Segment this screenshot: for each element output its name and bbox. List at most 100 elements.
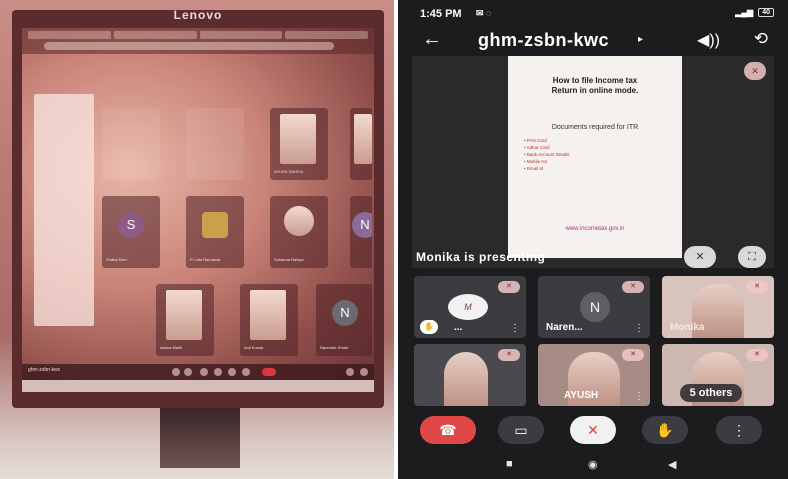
participant-tile: S Sudha Devi: [102, 196, 160, 268]
mic-off-icon: ✕: [622, 281, 644, 293]
phone-screen: 1:45 PM ✉ ◌ ▂▄▆ 40 ← ghm-zsbn-kwc ▸ ◀)) …: [398, 0, 788, 479]
chevron-right-icon[interactable]: ▸: [638, 34, 643, 45]
slide-link: www.incometax.gov.in: [565, 226, 625, 232]
browser-toolbar: [22, 28, 374, 54]
others-count[interactable]: 5 others: [680, 384, 742, 402]
slide-list-item: Bank Account Details: [524, 151, 682, 158]
presenter-label: Monika is presenting: [416, 250, 546, 264]
participant-tile: Suhanna Dahiya: [270, 196, 328, 268]
participant-tile[interactable]: ✕ Monika: [662, 276, 774, 338]
camera-icon[interactable]: [184, 368, 192, 376]
participant-name: Anil Kumar: [244, 345, 264, 350]
raise-hand-icon[interactable]: ✋: [642, 416, 688, 444]
participant-tile: N Narender Khatri: [316, 284, 372, 356]
presentation-stage: How to file Income tax Return in online …: [412, 56, 774, 268]
participant-tile: P. Lata Ramawat: [186, 196, 244, 268]
status-indicators: ▂▄▆ 40: [735, 8, 774, 17]
android-nav-bar: ■ ◉ ◀: [398, 456, 788, 478]
mic-icon[interactable]: [172, 368, 180, 376]
more-vertical-icon[interactable]: ⋮: [510, 323, 520, 334]
battery-icon: 40: [758, 8, 774, 17]
shared-slide: How to file Income tax Return in online …: [508, 56, 682, 258]
back-nav-icon[interactable]: ◀: [668, 458, 676, 471]
os-taskbar[interactable]: [22, 380, 374, 392]
more-vertical-icon[interactable]: [242, 368, 250, 376]
fullscreen-icon[interactable]: ⛶: [738, 246, 766, 268]
monitor: Lenovo AYUSH DAHIYA S Sudha Devi P. Lata…: [12, 8, 384, 408]
participant-name: AYUSH: [564, 390, 599, 401]
address-bar[interactable]: [44, 42, 334, 50]
participant-name: Aasha Malik: [160, 345, 182, 350]
participant-video: [284, 206, 314, 236]
participant-video: [280, 114, 316, 164]
monitor-stand: [160, 408, 240, 468]
more-vertical-icon[interactable]: ⋮: [634, 391, 644, 402]
raise-hand-icon: ✋: [420, 320, 438, 334]
participant-tile[interactable]: ✕ AYUSH ⋮: [538, 344, 650, 406]
slide-title-line1: How to file Income tax: [552, 76, 638, 85]
participant-avatar: S: [118, 212, 144, 238]
info-icon[interactable]: [346, 368, 354, 376]
participant-name: P. Lata Ramawat: [190, 257, 221, 262]
participant-avatar: N: [580, 292, 610, 322]
mic-off-icon: ✕: [744, 62, 766, 80]
participant-tile[interactable]: M ✕ ✋ ... ⋮: [414, 276, 526, 338]
participant-tile[interactable]: N ✕ Naren... ⋮: [538, 276, 650, 338]
participant-name: Naren...: [546, 322, 583, 333]
signal-icon: ▂▄▆: [735, 8, 754, 17]
camera-icon[interactable]: ▭: [498, 416, 544, 444]
participant-video: [354, 114, 372, 164]
participant-tile: N: [350, 196, 372, 268]
slide-list-item: Adhar Card: [524, 144, 682, 151]
participant-tile: Aasha Malik: [156, 284, 214, 356]
more-vertical-icon[interactable]: ⋮: [716, 416, 762, 444]
mic-off-icon: ✕: [746, 349, 768, 361]
recents-icon[interactable]: ■: [506, 458, 513, 470]
slide-list-item: PAN Card: [524, 137, 682, 144]
participant-tile: AYUSH DAHIYA: [270, 108, 328, 180]
switch-camera-icon[interactable]: ⟲: [754, 29, 768, 49]
status-bar: 1:45 PM ✉ ◌ ▂▄▆ 40: [398, 0, 788, 28]
arrow-left-icon[interactable]: ←: [422, 28, 442, 51]
home-icon[interactable]: ◉: [588, 458, 598, 471]
laptop-photo: Lenovo AYUSH DAHIYA S Sudha Devi P. Lata…: [0, 0, 394, 479]
status-time: 1:45 PM: [420, 8, 462, 20]
participant-tile: Anil Kumar: [240, 284, 298, 356]
more-vertical-icon[interactable]: ⋮: [634, 323, 644, 334]
captions-icon[interactable]: [200, 368, 208, 376]
participant-avatar: N: [352, 212, 372, 238]
participant-avatar: N: [332, 300, 358, 326]
participant-tile: [102, 108, 160, 180]
monitor-brand: Lenovo: [173, 8, 223, 22]
end-call-icon[interactable]: ☎: [420, 416, 476, 444]
meeting-header: ← ghm-zsbn-kwc ▸ ◀)) ⟲: [398, 26, 788, 56]
mic-off-icon: ✕: [746, 281, 768, 293]
unpin-icon[interactable]: ✕: [684, 246, 716, 268]
meeting-code: ghm-zsbn-kwc: [28, 367, 61, 373]
slide-heading: Documents required for ITR: [551, 124, 639, 131]
speaker-icon[interactable]: ◀)): [697, 30, 720, 50]
raise-hand-icon[interactable]: [228, 368, 236, 376]
participant-name: Sudha Devi: [106, 257, 127, 262]
end-call-icon[interactable]: [262, 368, 276, 376]
participant-logo: [202, 212, 228, 238]
participant-video: [166, 290, 202, 340]
meeting-code[interactable]: ghm-zsbn-kwc: [478, 30, 609, 51]
participant-tile[interactable]: ✕: [414, 344, 526, 406]
call-controls: ☎ ▭ ✕ ✋ ⋮: [398, 412, 788, 448]
mic-off-icon: ✕: [498, 281, 520, 293]
people-icon[interactable]: [360, 368, 368, 376]
present-icon[interactable]: [214, 368, 222, 376]
mic-off-icon[interactable]: ✕: [570, 416, 616, 444]
participant-name: Suhanna Dahiya: [274, 257, 304, 262]
participant-video: [444, 352, 488, 406]
participant-logo: M: [448, 294, 488, 320]
participant-grid: AYUSH DAHIYA S Sudha Devi P. Lata Ramawa…: [102, 108, 372, 378]
mic-off-icon: ✕: [622, 349, 644, 361]
browser-tabs[interactable]: [28, 31, 368, 39]
participant-name: Monika: [670, 322, 705, 333]
participant-name: AYUSH DAHIYA: [274, 169, 304, 174]
notification-icons: ✉ ◌: [476, 8, 492, 18]
slide-list-item: Mobile No: [524, 158, 682, 165]
meeting-control-bar: ghm-zsbn-kwc: [22, 364, 374, 380]
